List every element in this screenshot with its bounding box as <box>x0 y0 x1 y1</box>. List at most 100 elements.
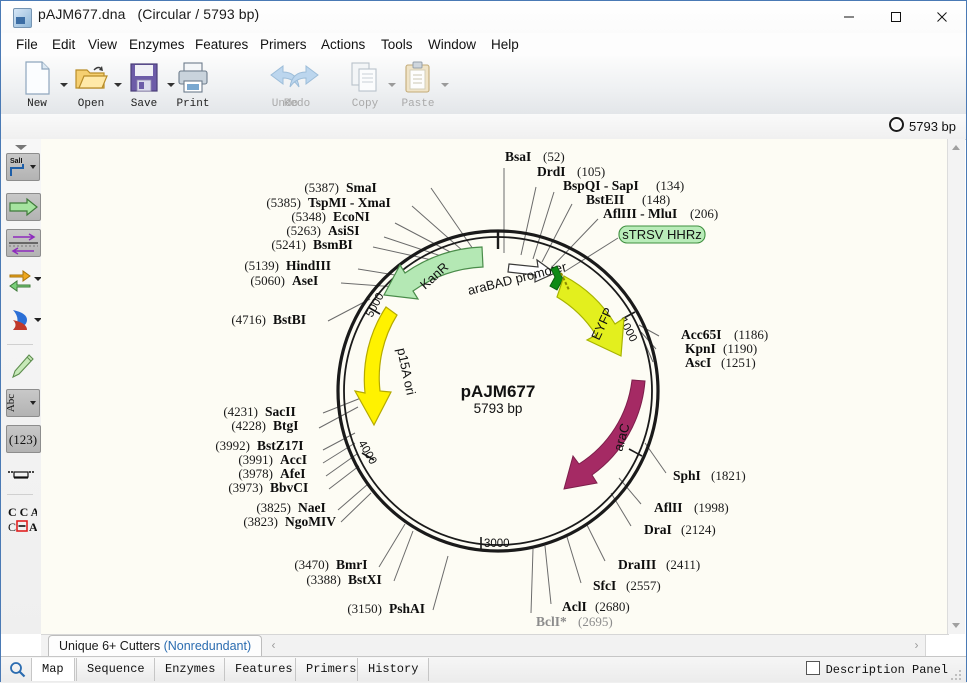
site-label[interactable]: (5387) SmaI <box>304 180 376 195</box>
site-label[interactable]: AflII (1998) <box>654 500 729 515</box>
tool-enzyme-sites[interactable]: SalI <box>6 153 30 181</box>
paste-button[interactable]: Paste <box>392 59 444 112</box>
site-label[interactable]: (5241) BsmBI <box>271 237 352 252</box>
site-label[interactable]: AscI (1251) <box>685 355 756 370</box>
feature-araC[interactable]: araC <box>563 379 646 490</box>
site-label[interactable]: (4716) BstBI <box>231 312 306 327</box>
tool-enzyme-sites-caret[interactable] <box>28 153 40 181</box>
site-label[interactable]: KpnI (1190) <box>685 341 757 356</box>
menu-file[interactable]: File <box>9 33 45 56</box>
site-label[interactable]: BsaI (52) <box>505 149 565 164</box>
site-label[interactable]: (3978) AfeI <box>238 466 305 481</box>
plasmid-map-canvas[interactable]: 1000 2000 3000 4000 5000 KanR p15A ori a… <box>41 139 949 634</box>
scroll-down-icon[interactable] <box>948 617 965 634</box>
open-folder-icon <box>74 61 108 100</box>
chevron-down-icon[interactable] <box>15 143 27 151</box>
site-label[interactable]: DrdI (105) <box>537 164 605 179</box>
scroll-up-icon[interactable] <box>948 139 965 156</box>
site-label[interactable]: (3388) BstXI <box>306 572 381 587</box>
menu-view[interactable]: View <box>81 33 124 56</box>
paste-dropdown-caret[interactable] <box>439 78 451 90</box>
site-label[interactable]: (3973) BbvCI <box>228 480 308 495</box>
site-label[interactable]: AclI (2680) <box>562 599 630 614</box>
feature-EYFP[interactable]: EYFP <box>556 272 625 357</box>
circular-dna-icon <box>889 117 904 132</box>
map-vertical-scrollbar[interactable] <box>947 139 965 634</box>
site-label[interactable]: SfcI (2557) <box>593 578 661 593</box>
resize-grip-icon[interactable] <box>951 668 963 680</box>
tab-enzymes[interactable]: Enzymes <box>154 658 227 681</box>
menu-tools[interactable]: Tools <box>374 33 420 56</box>
save-button[interactable]: Save <box>118 59 170 112</box>
close-button[interactable] <box>919 1 965 32</box>
tool-primers[interactable] <box>6 229 41 257</box>
tool-numbering[interactable]: (123) <box>6 425 41 453</box>
new-button[interactable]: New <box>11 59 63 112</box>
site-label[interactable]: (3470) BmrI <box>294 557 367 572</box>
site-label[interactable]: BspQI - SapI (134) <box>563 178 684 193</box>
menu-features[interactable]: Features <box>188 33 255 56</box>
tab-sequence[interactable]: Sequence <box>76 658 156 681</box>
tool-mutation[interactable]: C C A C A <box>5 505 40 542</box>
menu-enzymes[interactable]: Enzymes <box>122 33 192 56</box>
site-label[interactable]: (5263) AsiSI <box>286 223 359 238</box>
menu-help[interactable]: Help <box>484 33 526 56</box>
search-icon[interactable] <box>9 661 26 683</box>
tool-text-caret[interactable] <box>28 389 40 417</box>
menu-actions[interactable]: Actions <box>314 33 372 56</box>
site-label[interactable]: DraIII (2411) <box>618 557 700 572</box>
svg-text:(1251): (1251) <box>721 355 756 370</box>
site-label[interactable]: (3825) NaeI <box>256 500 325 515</box>
description-panel-toggle[interactable]: Description Panel <box>805 661 948 677</box>
menu-window[interactable]: Window <box>421 33 483 56</box>
site-label[interactable]: (3991) AccI <box>238 452 307 467</box>
copy-pages-icon <box>349 61 381 100</box>
redo-button[interactable]: Redo <box>271 59 323 112</box>
site-label[interactable]: (3150) PshAI <box>347 601 425 616</box>
site-label[interactable]: (5139) HindIII <box>244 258 331 273</box>
svg-text:AscI: AscI <box>685 355 711 370</box>
site-label[interactable]: Acc65I (1186) <box>681 327 768 342</box>
chevron-left-icon[interactable]: ‹ <box>266 638 281 653</box>
tool-text[interactable]: Abc <box>5 389 30 417</box>
site-labels-left: (4716) BstBI (4231) SacII (4228) BtgI (3… <box>215 312 336 529</box>
print-button[interactable]: Print <box>167 59 219 112</box>
site-label[interactable]: (4228) BtgI <box>231 418 298 433</box>
site-label[interactable]: AflIII - MluI (206) <box>603 206 718 221</box>
menu-primers[interactable]: Primers <box>253 33 314 56</box>
chevron-right-icon[interactable]: › <box>909 638 924 653</box>
svg-text:(5348): (5348) <box>291 209 326 224</box>
tool-highlighter[interactable] <box>9 353 35 386</box>
tool-features[interactable] <box>6 193 41 221</box>
site-label[interactable]: (4231) SacII <box>223 404 295 419</box>
menu-edit[interactable]: Edit <box>45 33 82 56</box>
site-label[interactable]: BclI* (2695) <box>536 614 613 629</box>
site-label[interactable]: (5348) EcoNI <box>291 209 369 224</box>
open-button[interactable]: Open <box>65 59 117 112</box>
minimize-button[interactable] <box>826 1 872 32</box>
tool-secondary-structure[interactable] <box>9 307 31 338</box>
site-label[interactable]: (3992) BstZ17I <box>215 438 303 453</box>
cutter-filter-tab[interactable]: Unique 6+ Cutters (Nonredundant) <box>48 635 263 657</box>
tick-label-4000: 4000 <box>355 439 378 467</box>
svg-text:(5263): (5263) <box>286 223 321 238</box>
site-label[interactable]: (5385) TspMI - XmaI <box>266 195 390 210</box>
leader-lines-bottom-right <box>530 477 642 614</box>
feature-sTRSV-HHRz[interactable]: sTRSV HHRz <box>549 225 706 291</box>
site-label[interactable]: SphI (1821) <box>673 468 746 483</box>
feature-p15A-ori[interactable]: p15A ori <box>353 306 419 427</box>
site-label[interactable]: BstEII (148) <box>586 192 670 207</box>
tab-features[interactable]: Features <box>224 658 304 681</box>
tool-translation[interactable] <box>7 267 33 298</box>
maximize-button[interactable] <box>873 1 919 32</box>
site-label[interactable]: (5060) AseI <box>250 273 318 288</box>
description-panel-checkbox[interactable] <box>805 661 820 675</box>
tab-history[interactable]: History <box>357 658 430 681</box>
tool-ruler[interactable] <box>7 465 35 490</box>
site-label[interactable]: DraI (2124) <box>644 522 716 537</box>
site-label[interactable]: (3823) NgoMIV <box>243 514 336 529</box>
tab-map[interactable]: Map <box>31 658 75 681</box>
copy-button[interactable]: Copy <box>339 59 391 112</box>
svg-text:(1186): (1186) <box>734 327 768 342</box>
svg-text:(2557): (2557) <box>626 578 661 593</box>
